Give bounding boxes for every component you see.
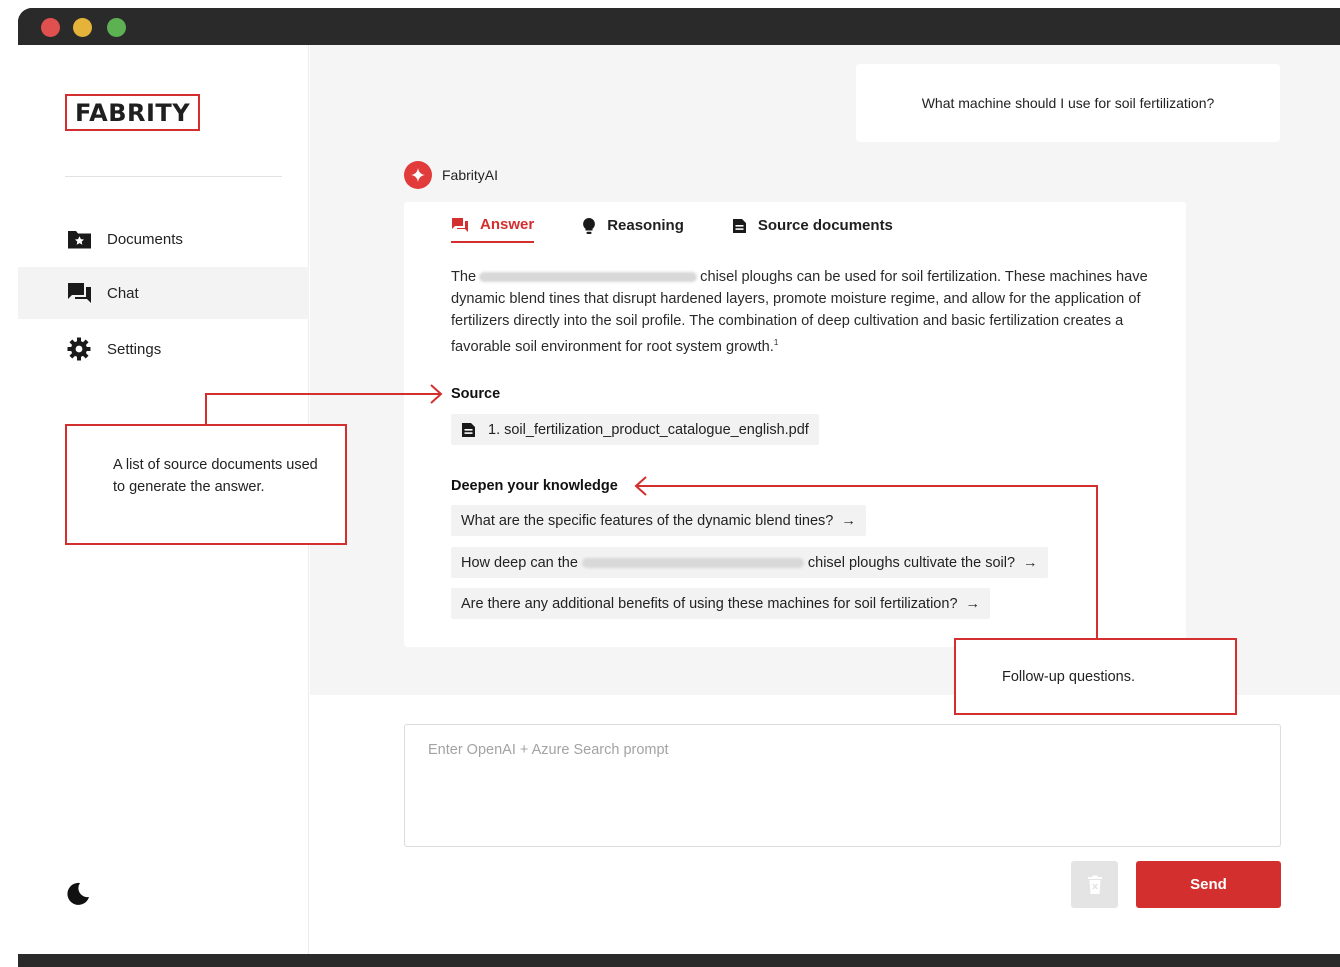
assistant-header: FabrityAI — [404, 161, 498, 189]
source-heading: Source — [451, 386, 501, 402]
source-document-name: 1. soil_fertilization_product_catalogue_… — [488, 421, 809, 438]
citation-marker[interactable]: 1 — [774, 338, 778, 347]
followup-text: Are there any additional benefits of usi… — [461, 595, 958, 612]
trash-icon — [1087, 875, 1102, 894]
sidebar-item-chat[interactable]: Chat — [18, 267, 309, 319]
tab-reasoning[interactable]: Reasoning — [582, 212, 684, 243]
answer-card: Answer Reasoning Source documents The chi… — [404, 202, 1186, 647]
followup-text: What are the specific features of the dy… — [461, 512, 834, 529]
source-document-link[interactable]: 1. soil_fertilization_product_catalogue_… — [451, 414, 819, 445]
logo: FABRITY — [65, 94, 201, 131]
answer-text: The chisel ploughs can be used for soil f… — [451, 266, 1151, 358]
followup-text: How deep can the — [461, 554, 578, 571]
document-icon — [462, 422, 475, 437]
tab-source-documents[interactable]: Source documents — [732, 212, 893, 243]
answer-prefix: The — [451, 269, 477, 285]
minimize-window-button[interactable] — [73, 18, 92, 37]
followup-question[interactable]: How deep can the chisel ploughs cultivat… — [451, 547, 1048, 578]
send-button[interactable]: Send — [1136, 861, 1281, 908]
arrow-right-icon: → — [965, 595, 981, 612]
answer-tabs: Answer Reasoning Source documents — [451, 212, 941, 243]
tab-answer[interactable]: Answer — [451, 212, 535, 243]
sidebar-divider — [65, 176, 282, 177]
user-message: What machine should I use for soil ferti… — [856, 64, 1280, 142]
sidebar-item-label: Documents — [107, 230, 183, 248]
close-window-button[interactable] — [41, 18, 60, 37]
chat-area: What machine should I use for soil ferti… — [310, 45, 1340, 695]
sidebar-item-documents[interactable]: Documents — [18, 213, 309, 265]
annotation-sources: A list of source documents used to gener… — [65, 424, 347, 545]
arrow-right-icon: → — [1023, 554, 1038, 571]
followup-question[interactable]: What are the specific features of the dy… — [451, 505, 866, 536]
tab-label: Source documents — [757, 217, 893, 234]
folder-star-icon — [66, 227, 92, 251]
document-icon — [732, 218, 746, 233]
chat-icon — [452, 217, 468, 232]
sparkle-icon — [404, 161, 432, 189]
maximize-window-button[interactable] — [107, 18, 126, 37]
arrow-right-icon: → — [841, 512, 856, 529]
title-bar — [18, 8, 1340, 45]
followup-text: chisel ploughs cultivate the soil? — [807, 554, 1016, 571]
lightbulb-icon — [583, 217, 596, 234]
followup-heading: Deepen your knowledge — [451, 478, 618, 494]
followup-question[interactable]: Are there any additional benefits of usi… — [451, 588, 991, 619]
chat-bubbles-icon — [66, 281, 92, 305]
assistant-name: FabrityAI — [442, 167, 499, 183]
annotation-followups: Follow-up questions. — [954, 638, 1237, 715]
prompt-input[interactable] — [404, 724, 1281, 847]
sidebar-item-label: Chat — [107, 284, 139, 302]
moon-icon[interactable] — [65, 881, 91, 907]
sidebar-item-label: Settings — [107, 340, 162, 358]
tab-label: Answer — [480, 216, 535, 233]
sidebar-item-settings[interactable]: Settings — [18, 323, 309, 375]
redacted-text — [479, 272, 698, 283]
gear-icon — [66, 337, 92, 361]
redacted-text — [581, 557, 804, 568]
window-bottom-edge — [18, 954, 1340, 967]
tab-label: Reasoning — [607, 217, 684, 234]
clear-chat-button[interactable] — [1071, 861, 1118, 908]
